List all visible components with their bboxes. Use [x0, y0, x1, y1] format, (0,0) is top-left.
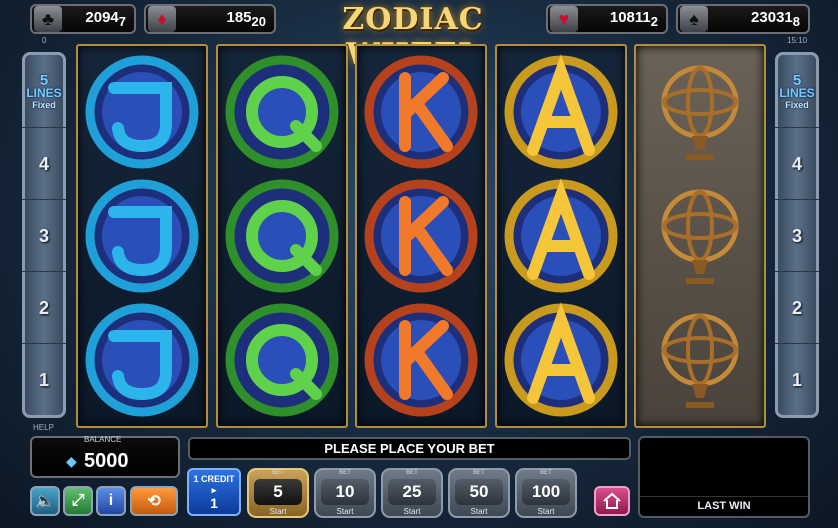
- line-marker-1[interactable]: 1: [775, 343, 819, 415]
- reel-2: [216, 44, 348, 428]
- symbol-a: [503, 54, 619, 170]
- lines-badge-left[interactable]: 5 LINES Fixed: [22, 73, 66, 111]
- bet-value: 10: [321, 479, 369, 505]
- sound-button[interactable]: 🔈: [30, 486, 60, 516]
- credit-value: 1: [210, 495, 218, 511]
- line-marker-1[interactable]: 1: [22, 343, 66, 415]
- line-marker-4[interactable]: 4: [775, 127, 819, 199]
- symbol-j: [84, 178, 200, 294]
- lines-label: LINES: [26, 86, 62, 100]
- game-logo: ZODIAC WHEEL: [342, 2, 484, 72]
- bet-header: BET: [406, 470, 418, 476]
- jackpot-diamonds: ♦ 18520: [144, 4, 276, 34]
- bet-header: BET: [272, 470, 284, 476]
- bet-header: BET: [540, 470, 552, 476]
- lines-mode: Fixed: [785, 100, 809, 110]
- jackpot-spades-value: 23031: [751, 9, 793, 26]
- jackpot-hearts: ♥ 108112: [546, 4, 668, 34]
- jackpot-hearts-sub: 2: [650, 14, 658, 29]
- diamond-icon: ◆: [66, 453, 77, 469]
- top-bar: ♣ 20947 ♦ 18520 ZODIAC WHEEL ♥ 108112 ♠ …: [0, 0, 838, 72]
- bet-button-25[interactable]: BET 25 Start: [381, 468, 443, 518]
- bet-start: Start: [470, 507, 488, 516]
- autoplay-button[interactable]: ⟲: [130, 486, 178, 516]
- bet-button-50[interactable]: BET 50 Start: [448, 468, 510, 518]
- line-marker-3[interactable]: 3: [22, 199, 66, 271]
- bet-value: 50: [455, 479, 503, 505]
- autoplay-icon: ⟲: [147, 493, 161, 510]
- bet-value: 5: [254, 479, 302, 505]
- symbol-q: [224, 302, 340, 418]
- line-marker-2[interactable]: 2: [775, 271, 819, 343]
- symbol-k: [363, 178, 479, 294]
- home-button[interactable]: [594, 486, 630, 516]
- bet-button-10[interactable]: BET 10 Start: [314, 468, 376, 518]
- balance-label: BALANCE: [84, 435, 122, 444]
- balance-display: BALANCE ◆ 5000: [30, 435, 180, 478]
- symbol-k: [363, 302, 479, 418]
- diamonds-icon: ♦: [148, 6, 176, 32]
- lines-badge-right[interactable]: 5 LINES Fixed: [775, 73, 819, 111]
- bet-start: Start: [537, 507, 555, 516]
- lines-mode: Fixed: [32, 100, 56, 110]
- lines-label: LINES: [779, 86, 815, 100]
- clubs-icon: ♣: [34, 6, 62, 32]
- jackpot-clubs: ♣ 20947: [30, 4, 136, 34]
- jackpot-diamonds-sub: 20: [251, 14, 266, 29]
- bet-start: Start: [336, 507, 354, 516]
- bet-button-100[interactable]: BET 100 Start: [515, 468, 577, 518]
- reel-5: [634, 44, 766, 428]
- top-small-left: 0: [42, 36, 47, 45]
- balance-value: 5000: [84, 450, 129, 472]
- bet-value: 100: [522, 479, 570, 505]
- symbol-a: [503, 178, 619, 294]
- speaker-icon: 🔈: [35, 493, 55, 510]
- jackpot-hearts-value: 10811: [609, 9, 651, 26]
- symbol-k: [363, 54, 479, 170]
- symbol-q: [224, 178, 340, 294]
- spades-icon: ♠: [680, 6, 708, 32]
- line-marker-3[interactable]: 3: [775, 199, 819, 271]
- jackpot-clubs-value: 2094: [85, 9, 119, 26]
- home-icon: [603, 492, 621, 509]
- bet-header: BET: [473, 470, 485, 476]
- fullscreen-icon: ⤢: [71, 492, 85, 509]
- jackpot-spades: ♠ 230318: [676, 4, 810, 34]
- armillary-sphere-icon: [642, 302, 758, 418]
- bet-value: 25: [388, 479, 436, 505]
- armillary-sphere-icon: [642, 54, 758, 170]
- bet-button-5[interactable]: BET 5 Start: [247, 468, 309, 518]
- last-win-panel: LAST WIN: [638, 436, 810, 518]
- symbol-j: [84, 54, 200, 170]
- symbol-a: [503, 302, 619, 418]
- bet-start: Start: [403, 507, 421, 516]
- line-marker-2[interactable]: 2: [22, 271, 66, 343]
- symbol-j: [84, 302, 200, 418]
- reel-1: [76, 44, 208, 428]
- credit-label: 1 CREDIT: [193, 474, 235, 484]
- credit-button[interactable]: 1 CREDIT ▸ 1: [187, 468, 241, 516]
- last-win-label: LAST WIN: [640, 496, 808, 512]
- symbol-q: [224, 54, 340, 170]
- right-line-indicator: 5 LINES Fixed 4 3 2 1: [775, 52, 819, 418]
- reel-4: [495, 44, 627, 428]
- left-line-indicator: 5 LINES Fixed 4 3 2 1: [22, 52, 66, 418]
- clock-text: 15:10: [787, 36, 808, 45]
- info-button[interactable]: i: [96, 486, 126, 516]
- jackpot-spades-sub: 8: [792, 14, 800, 29]
- info-icon: i: [108, 492, 114, 509]
- bet-header: BET: [339, 470, 351, 476]
- help-label[interactable]: HELP: [33, 423, 54, 432]
- line-marker-4[interactable]: 4: [22, 127, 66, 199]
- hearts-icon: ♥: [550, 6, 578, 32]
- jackpot-clubs-sub: 7: [118, 14, 126, 29]
- armillary-sphere-icon: [642, 178, 758, 294]
- fullscreen-button[interactable]: ⤢: [63, 486, 93, 516]
- bet-start: Start: [269, 507, 287, 516]
- status-message: PLEASE PLACE YOUR BET: [188, 437, 631, 460]
- jackpot-diamonds-value: 185: [226, 9, 252, 26]
- reel-3: [355, 44, 487, 428]
